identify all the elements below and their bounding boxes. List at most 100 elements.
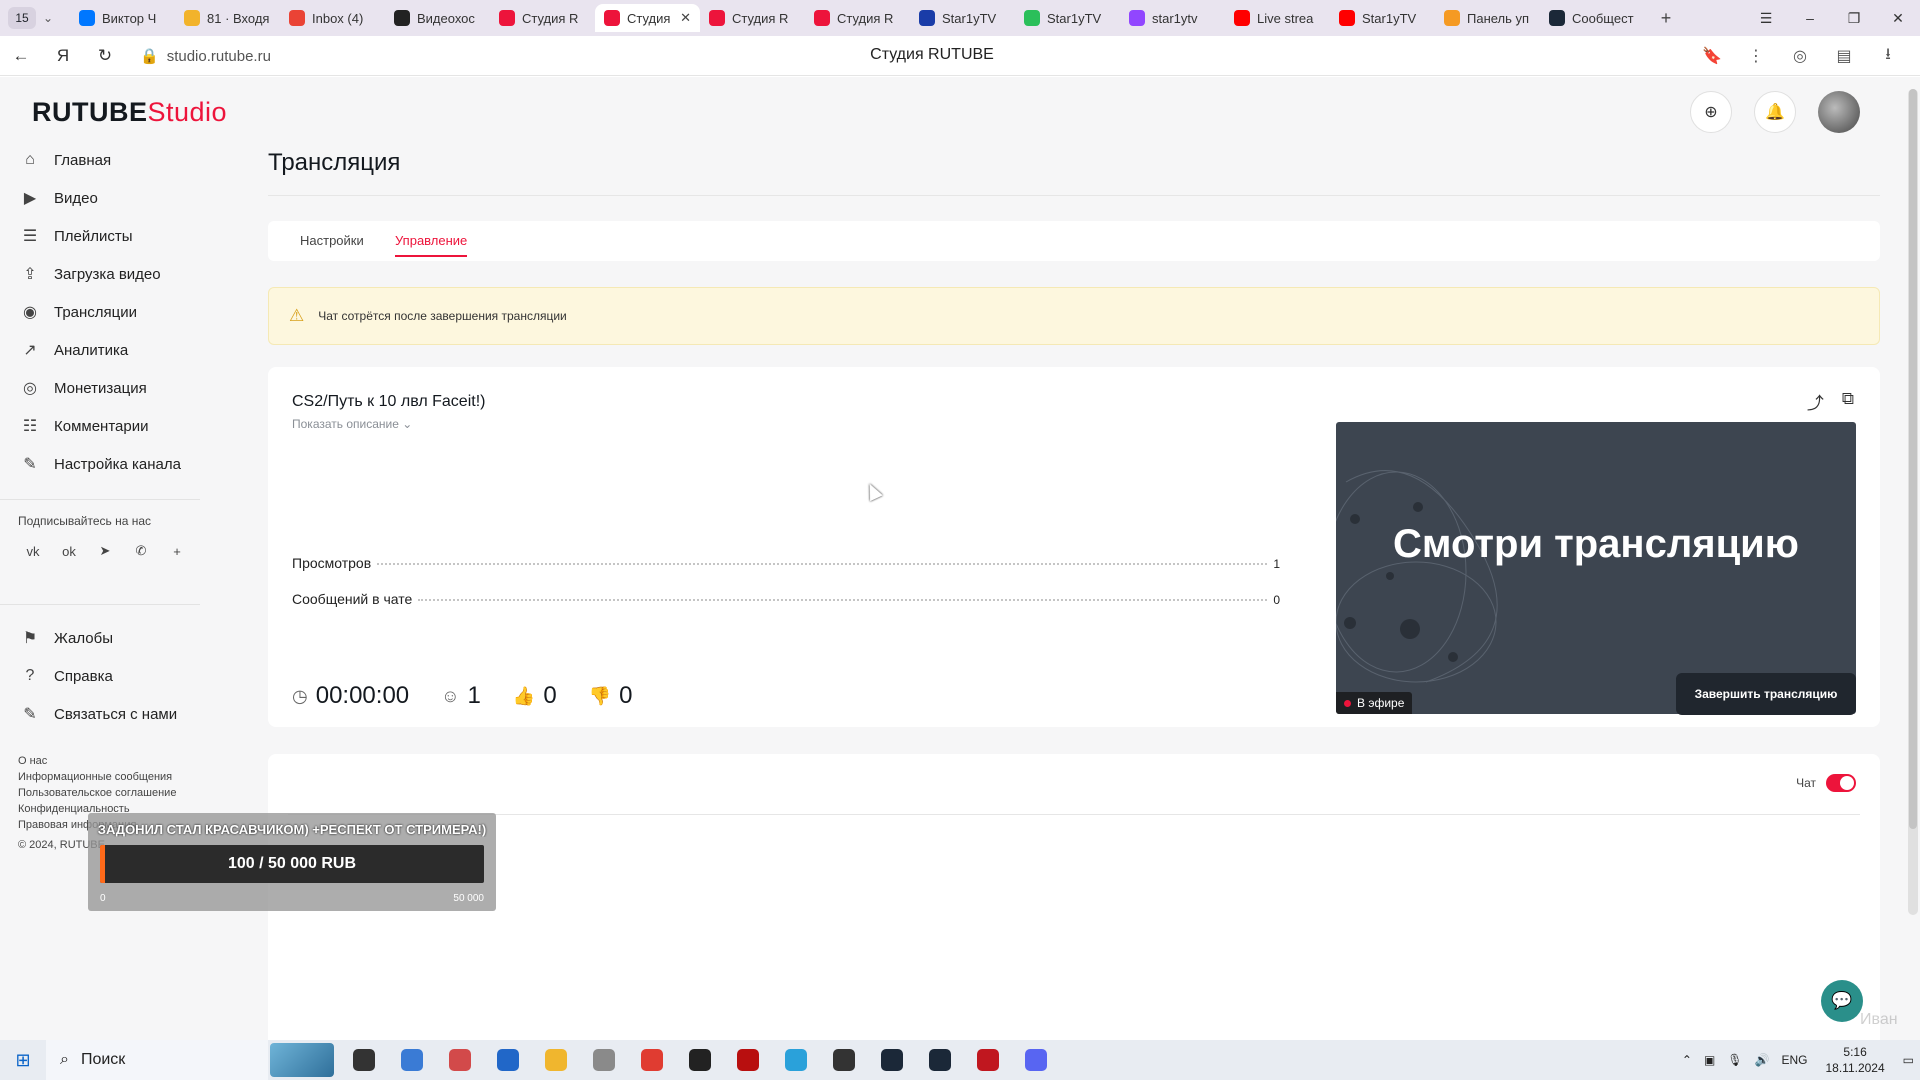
app-7-icon[interactable]: [964, 1040, 1012, 1080]
app-6-icon[interactable]: [820, 1040, 868, 1080]
end-stream-button[interactable]: Завершить трансляцию: [1676, 673, 1856, 715]
notifications-bell-icon[interactable]: 🔔: [1754, 91, 1796, 133]
taskbar-search[interactable]: ⌕ Поиск: [46, 1040, 268, 1080]
tray-chevron-icon[interactable]: ⌃: [1676, 1053, 1698, 1067]
browser-tab[interactable]: Студия R: [700, 4, 805, 32]
search-highlight-image[interactable]: [270, 1043, 334, 1077]
browser-tab[interactable]: Сообщест: [1540, 4, 1645, 32]
tab-count-badge[interactable]: 15: [8, 7, 36, 29]
sidebar-item[interactable]: ⇪ Загрузка видео: [0, 255, 220, 293]
support-chat-button[interactable]: 💬: [1821, 980, 1863, 1022]
sidebar-item[interactable]: ⚑ Жалобы: [0, 619, 220, 657]
new-tab-button[interactable]: +: [1653, 8, 1679, 29]
browser-tab[interactable]: Студия ✕: [595, 4, 700, 32]
taskbar-clock[interactable]: 5:16 18.11.2024: [1813, 1044, 1896, 1076]
browser-tab[interactable]: Star1yTV: [1015, 4, 1120, 32]
browser-tab[interactable]: Панель уп: [1435, 4, 1540, 32]
minimize-button[interactable]: –: [1788, 0, 1832, 36]
url-field[interactable]: 🔒 studio.rutube.ru: [140, 43, 1700, 69]
close-tab-icon[interactable]: ✕: [680, 10, 691, 26]
app-3-icon[interactable]: [580, 1040, 628, 1080]
sidebar-item[interactable]: ⌂ Главная: [0, 141, 220, 179]
sidebar-item[interactable]: ◉ Трансляции: [0, 293, 220, 331]
sidebar-item[interactable]: ↗ Аналитика: [0, 331, 220, 369]
scrollbar-thumb[interactable]: [1909, 89, 1917, 829]
app-2-icon[interactable]: [436, 1040, 484, 1080]
browser-tab[interactable]: Inbox (4): [280, 4, 385, 32]
store-icon[interactable]: [484, 1040, 532, 1080]
tab-settings[interactable]: Настройки: [300, 233, 364, 248]
viber-icon[interactable]: ✆: [128, 538, 154, 564]
tray-app-icon[interactable]: ▣: [1698, 1053, 1721, 1067]
protect-icon[interactable]: ◎: [1778, 36, 1822, 76]
show-description-toggle[interactable]: Показать описание ⌄: [292, 417, 412, 431]
sidebar-item[interactable]: ◎ Монетизация: [0, 369, 220, 407]
telegram-icon[interactable]: ➤: [92, 538, 118, 564]
download-icon[interactable]: ⭳: [1866, 36, 1910, 76]
rutube-studio-logo[interactable]: RUTUBEStudio: [32, 97, 227, 128]
task-view-icon[interactable]: [340, 1040, 388, 1080]
footer-link[interactable]: О нас: [18, 753, 220, 769]
explorer-icon[interactable]: [532, 1040, 580, 1080]
windows-start-button[interactable]: ⊞: [0, 1040, 46, 1080]
avatar[interactable]: [1818, 91, 1860, 133]
yandex-button[interactable]: Я: [42, 36, 84, 76]
viewers-metric: ☺ 1: [441, 682, 481, 710]
tab-menu-icon[interactable]: ☰: [1744, 0, 1788, 36]
browser-tab[interactable]: Live strea: [1225, 4, 1330, 32]
bookmark-icon[interactable]: 🔖: [1690, 36, 1734, 76]
tab-list-chevron-icon[interactable]: ⌄: [36, 11, 60, 25]
warning-text: Чат сотрётся после завершения трансляции: [318, 309, 567, 323]
sidebar-item[interactable]: ? Справка: [0, 657, 220, 695]
sidebar-item[interactable]: ✎ Настройка канала: [0, 445, 220, 483]
tab-management[interactable]: Управление: [395, 233, 468, 257]
back-button[interactable]: ←: [0, 36, 42, 76]
telegram-icon[interactable]: [772, 1040, 820, 1080]
browser-tab[interactable]: Студия R: [805, 4, 910, 32]
browser-tab[interactable]: Видеохос: [385, 4, 490, 32]
more-socials-icon[interactable]: +: [164, 538, 190, 564]
yandex-browser-icon[interactable]: [628, 1040, 676, 1080]
volume-icon[interactable]: 🔊: [1749, 1053, 1776, 1067]
browser-tab[interactable]: Star1yTV: [1330, 4, 1435, 32]
language-indicator[interactable]: ENG: [1775, 1053, 1813, 1067]
close-window-button[interactable]: ✕: [1876, 0, 1920, 36]
chat-toggle[interactable]: [1826, 774, 1856, 792]
discord-icon[interactable]: [1012, 1040, 1060, 1080]
microphone-icon[interactable]: 🎙: [1721, 1053, 1748, 1067]
more-icon[interactable]: ⋮: [1734, 36, 1778, 76]
thumbs-up-icon: 👍: [512, 685, 536, 706]
browser-tab[interactable]: Студия R: [490, 4, 595, 32]
footer-link[interactable]: Пользовательское соглашение: [18, 785, 220, 801]
dislikes-value: 0: [619, 682, 633, 709]
sidebar-item[interactable]: ▶ Видео: [0, 179, 220, 217]
sidebar-item[interactable]: ✎ Связаться с нами: [0, 695, 220, 733]
chat-warning-banner: ⚠ Чат сотрётся после завершения трансляц…: [268, 287, 1880, 345]
restore-button[interactable]: ❐: [1832, 0, 1876, 36]
tab-title: Star1yTV: [942, 10, 997, 26]
help-icon: ?: [25, 667, 35, 684]
add-content-button[interactable]: ⊕: [1690, 91, 1732, 133]
clock-date: 18.11.2024: [1825, 1061, 1885, 1075]
steam-icon[interactable]: [868, 1040, 916, 1080]
vk-icon[interactable]: vk: [20, 538, 46, 564]
footer-link[interactable]: Информационные сообщения: [18, 769, 220, 785]
app-4-icon[interactable]: [676, 1040, 724, 1080]
browser-tab[interactable]: star1ytv: [1120, 4, 1225, 32]
share-icon[interactable]: ⤴: [1807, 389, 1824, 414]
notifications-icon[interactable]: ▭: [1897, 1053, 1920, 1067]
app-1-icon[interactable]: [388, 1040, 436, 1080]
open-external-icon[interactable]: ⧉: [1842, 389, 1854, 414]
browser-tab[interactable]: Виктор Ч: [70, 4, 175, 32]
reload-button[interactable]: ↻: [84, 36, 126, 76]
app-5-icon[interactable]: [724, 1040, 772, 1080]
stream-preview[interactable]: Смотри трансляцию В эфире: [1336, 422, 1856, 714]
page-scrollbar[interactable]: [1908, 89, 1918, 915]
steam-2-icon[interactable]: [916, 1040, 964, 1080]
sidebar-item[interactable]: ☰ Плейлисты: [0, 217, 220, 255]
browser-tab[interactable]: 81 · Входя: [175, 4, 280, 32]
collections-icon[interactable]: ▤: [1822, 36, 1866, 76]
browser-tab[interactable]: Star1yTV: [910, 4, 1015, 32]
sidebar-item[interactable]: ☷ Комментарии: [0, 407, 220, 445]
odnoklassniki-icon[interactable]: ok: [56, 538, 82, 564]
